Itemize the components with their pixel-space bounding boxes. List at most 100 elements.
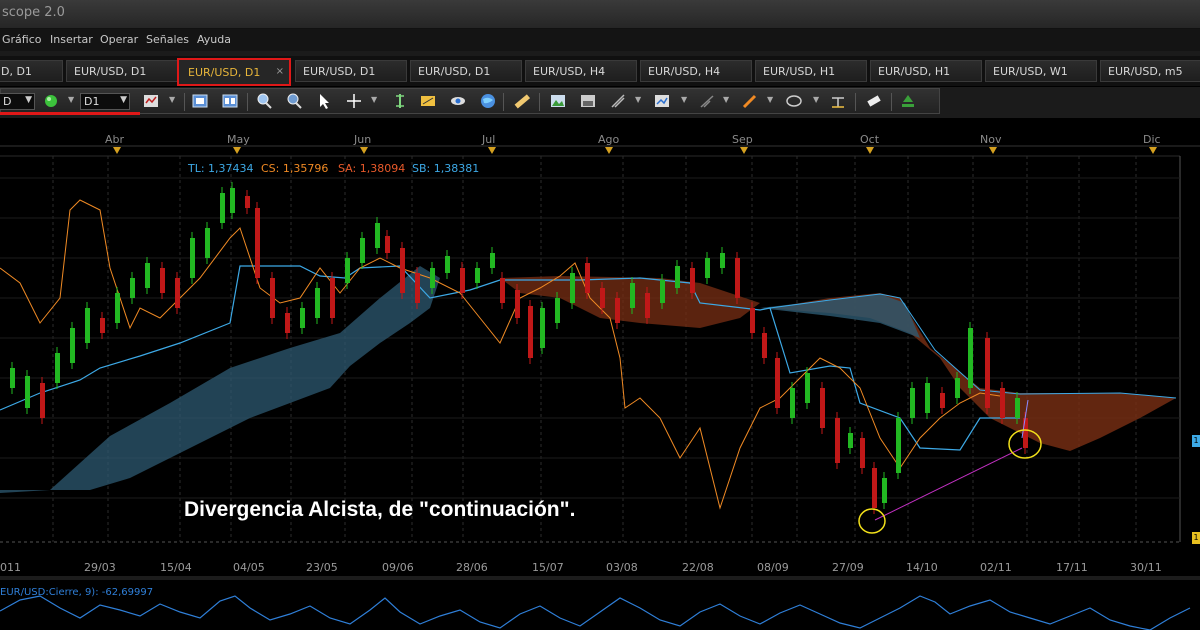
bull-candle (848, 433, 853, 448)
bear-candle (645, 293, 650, 318)
chevron-down-icon[interactable]: ▼ (723, 95, 729, 104)
save-icon[interactable] (579, 92, 597, 110)
crosshair-icon[interactable] (345, 92, 363, 110)
chevron-down-icon[interactable]: ▼ (767, 95, 773, 104)
ellipse-icon[interactable] (785, 92, 803, 110)
date-label: 15/07 (532, 561, 564, 574)
bear-candle (160, 268, 165, 293)
price-chart-svg[interactable] (0, 118, 1200, 630)
bar-chart-type-icon[interactable] (142, 92, 160, 110)
text-icon[interactable] (829, 92, 847, 110)
bull-candle (955, 378, 960, 398)
chart-area[interactable] (0, 118, 1200, 630)
menu-ayuda[interactable]: Ayuda (197, 33, 231, 46)
symbol-select[interactable]: D ▼ (0, 93, 35, 110)
template-icon[interactable] (221, 92, 239, 110)
menu-grafico[interactable]: Gráfico (2, 33, 42, 46)
pencil-icon[interactable] (741, 92, 759, 110)
tab-chart-5[interactable]: EUR/USD, H4 (525, 60, 637, 82)
bull-candle (220, 193, 225, 223)
menu-senales[interactable]: Señales (146, 33, 189, 46)
menu-operar[interactable]: Operar (100, 33, 138, 46)
month-label: Dic (1143, 133, 1161, 146)
bear-candle (400, 248, 405, 293)
bull-candle (968, 328, 973, 388)
date-label: 08/09 (757, 561, 789, 574)
text-label-icon[interactable] (419, 92, 437, 110)
tab-chart-0[interactable]: D, D1 (0, 60, 63, 82)
cursor-icon[interactable] (315, 92, 333, 110)
bull-candle (10, 368, 15, 388)
bear-candle (270, 278, 275, 318)
tab-chart-1[interactable]: EUR/USD, D1 (66, 60, 178, 82)
eraser-icon[interactable] (865, 92, 883, 110)
bear-candle (385, 236, 390, 253)
chevron-down-icon[interactable]: ▼ (635, 95, 641, 104)
bear-candle (835, 418, 840, 463)
bear-candle (500, 278, 505, 303)
bear-candle (285, 313, 290, 333)
bear-candle (460, 268, 465, 293)
bear-candle (985, 338, 990, 408)
zoom-out-icon[interactable] (285, 92, 303, 110)
chevron-down-icon[interactable]: ▼ (371, 95, 377, 104)
chevron-down-icon[interactable]: ▼ (681, 95, 687, 104)
bear-candle (690, 268, 695, 293)
tab-chart-7[interactable]: EUR/USD, H1 (755, 60, 867, 82)
date-label: 27/09 (832, 561, 864, 574)
close-icon[interactable]: × (276, 66, 284, 77)
tab-label: EUR/USD, D1 (188, 66, 261, 79)
month-label: Jul (482, 133, 496, 146)
zoom-in-icon[interactable] (255, 92, 273, 110)
tab-chart-3[interactable]: EUR/USD, D1 (295, 60, 407, 82)
bull-candle (430, 268, 435, 288)
toolbar-divider (891, 93, 892, 111)
chevron-down-icon[interactable]: ▼ (813, 95, 819, 104)
tab-chart-6[interactable]: EUR/USD, H4 (640, 60, 752, 82)
picture-icon[interactable] (549, 92, 567, 110)
bull-candle (1015, 398, 1020, 418)
globe-icon[interactable] (479, 92, 497, 110)
chevron-down-icon[interactable]: ▼ (169, 95, 175, 104)
title-bar: scope 2.0 (0, 0, 1200, 29)
tab-chart-4[interactable]: EUR/USD, D1 (410, 60, 522, 82)
tab-chart-8[interactable]: EUR/USD, H1 (870, 60, 982, 82)
bear-candle (940, 393, 945, 408)
indicator-icon[interactable] (653, 92, 671, 110)
bull-candle (145, 263, 150, 288)
bear-candle (750, 308, 755, 333)
tab-chart-2-active[interactable]: EUR/USD, D1 × (177, 58, 291, 86)
bear-candle (40, 383, 45, 418)
symbol-value: D (3, 95, 12, 108)
bull-candle (300, 308, 305, 328)
tab-label: EUR/USD, D1 (418, 65, 491, 78)
chart-tab-bar: D, D1 EUR/USD, D1 EUR/USD, D1 × EUR/USD, … (0, 56, 1200, 87)
date-label: 30/11 (1130, 561, 1162, 574)
legend-tenkan: TL: 1,37434 (188, 162, 254, 175)
bull-candle (205, 228, 210, 258)
tree-icon[interactable] (899, 92, 917, 110)
tab-label: EUR/USD, H4 (533, 65, 606, 78)
period-separator-icon[interactable] (391, 92, 409, 110)
date-label: 14/10 (906, 561, 938, 574)
date-label: 09/06 (382, 561, 414, 574)
status-dot-icon[interactable] (42, 92, 60, 110)
new-window-icon[interactable] (191, 92, 209, 110)
bull-candle (25, 376, 30, 408)
bear-candle (330, 278, 335, 318)
bull-candle (675, 266, 680, 288)
bull-candle (570, 273, 575, 303)
month-label: Sep (732, 133, 753, 146)
tab-chart-9[interactable]: EUR/USD, W1 (985, 60, 1097, 82)
tab-chart-10[interactable]: EUR/USD, m5 (1100, 60, 1200, 82)
eye-icon[interactable] (449, 92, 467, 110)
bull-candle (896, 418, 901, 473)
timeframe-select[interactable]: D1 ▼ (80, 93, 130, 110)
trendline-icon[interactable] (698, 92, 716, 110)
ruler-icon[interactable] (513, 92, 531, 110)
date-label: 22/08 (682, 561, 714, 574)
menu-insertar[interactable]: Insertar (50, 33, 93, 46)
chevron-down-icon[interactable]: ▼ (68, 95, 74, 104)
line-study-icon[interactable] (609, 92, 627, 110)
bull-candle (375, 223, 380, 248)
